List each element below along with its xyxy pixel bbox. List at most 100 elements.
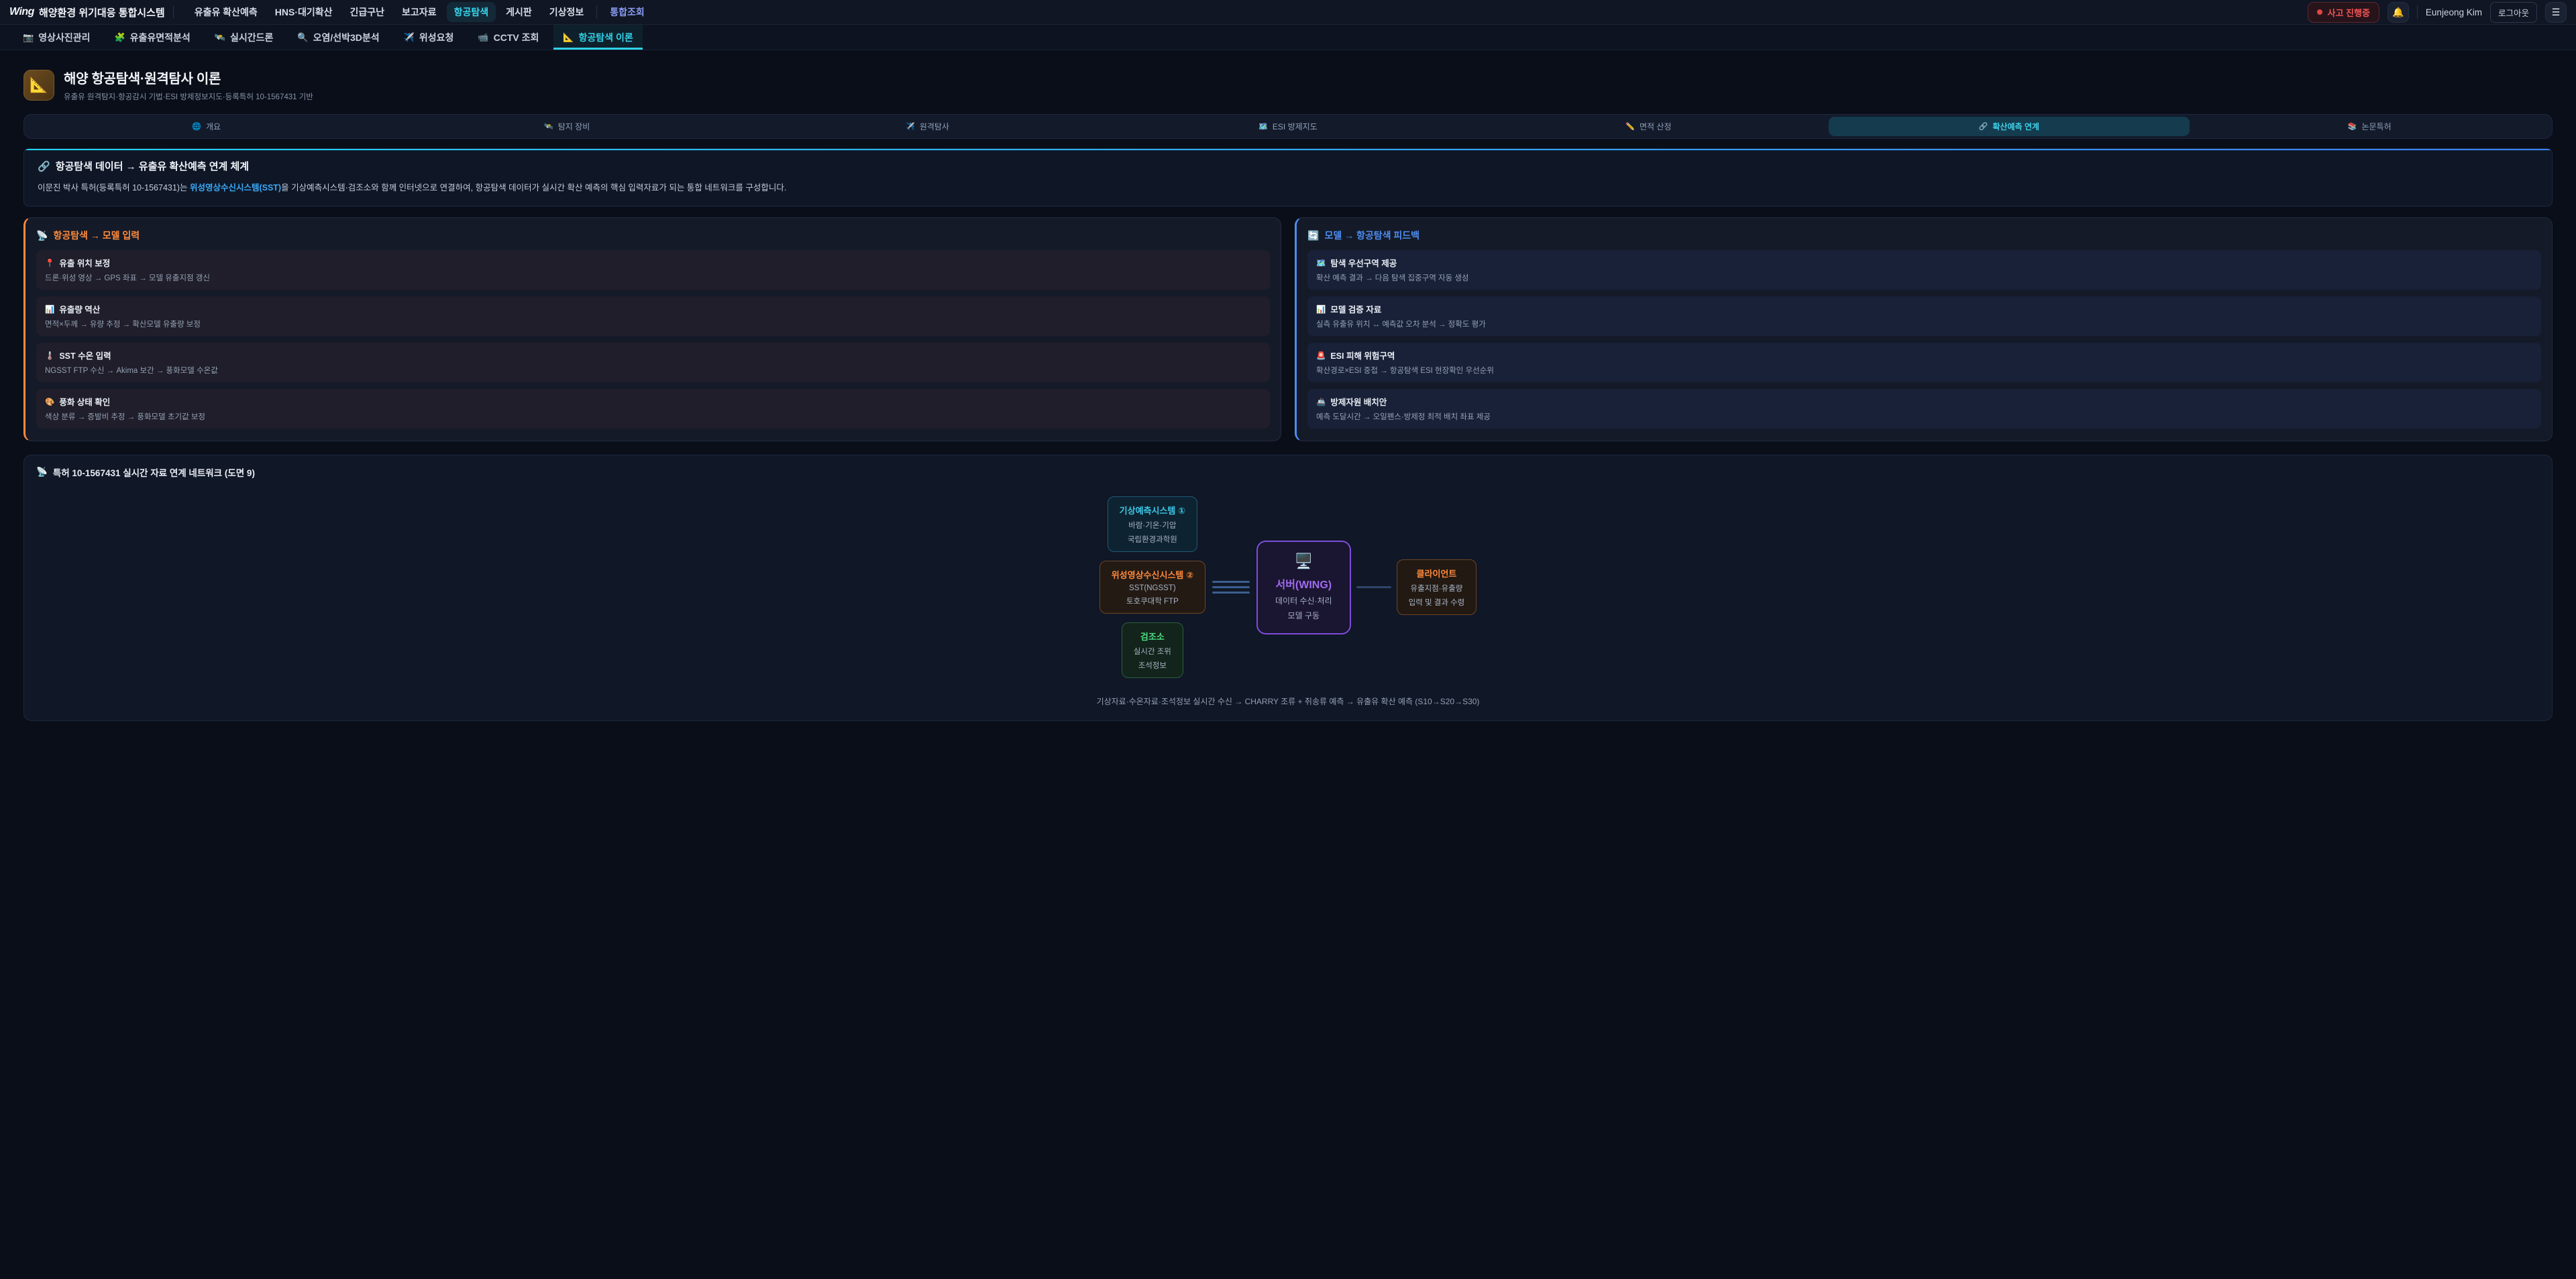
map-icon: 🗺️ <box>1258 122 1268 131</box>
network-diagram-title: 📡 특허 10-1567431 실시간 자료 연계 네트워크 (도면 9) <box>36 465 2540 479</box>
node-line: 바람·기온·기압 <box>1120 520 1185 531</box>
tab-esi-map[interactable]: 🗺️ ESI 방제지도 <box>1108 117 1468 136</box>
node-line: 모델 구동 <box>1275 610 1332 621</box>
tab-overview[interactable]: 🌐 개요 <box>26 117 386 136</box>
model-feedback-card: 🔄 모델 → 항공탐색 피드백 🗺️탐색 우선구역 제공 확산 예측 결과 → … <box>1295 217 2553 441</box>
pin-icon: 📍 <box>45 258 54 268</box>
hamburger-icon: ☰ <box>2552 7 2561 18</box>
node-line: 데이터 수신·처리 <box>1275 595 1332 606</box>
camera-icon: 📷 <box>23 32 34 43</box>
tab-label: 논문특허 <box>2362 121 2392 132</box>
nav-item-spill-prediction[interactable]: 유출유 확산예측 <box>187 2 265 22</box>
item-desc: 실측 유출유 위치 ↔ 예측값 오차 분석 → 정확도 평가 <box>1316 319 2532 329</box>
node-title: 클라이언트 <box>1409 567 1465 579</box>
map-icon: 🗺️ <box>1316 258 1326 268</box>
flow-item-weathering-state: 🎨풍화 상태 확인 색상 분류 → 증발비 추정 → 풍화모델 초기값 보정 <box>36 389 1270 429</box>
globe-icon: 🌐 <box>192 122 201 131</box>
model-input-card-title: 📡 항공탐색 → 모델 입력 <box>36 229 1270 242</box>
magnifier-icon: 🔍 <box>297 32 308 43</box>
diagram-source-column: 기상예측시스템 ① 바람·기온·기압 국립환경과학원 위성영상수신시스템 ② S… <box>1099 496 1205 678</box>
flow-item-model-validation: 📊모델 검증 자료 실측 유출유 위치 ↔ 예측값 오차 분석 → 정확도 평가 <box>1307 296 2541 336</box>
tab-label: 개요 <box>206 121 221 132</box>
node-line: 국립환경과학원 <box>1120 534 1185 545</box>
tab-papers-patents[interactable]: 📚 논문특허 <box>2190 117 2550 136</box>
linkage-title-text: 항공탐색 데이터 → 유출유 확산예측 연계 체계 <box>56 159 249 173</box>
diagram-title-text: 특허 10-1567431 실시간 자료 연계 네트워크 (도면 9) <box>53 465 255 479</box>
section-tab-bar: 🌐 개요 🛰️ 탐지 장비 ✈️ 원격탐사 🗺️ ESI 방제지도 ✏️ 면적 … <box>23 114 2553 139</box>
model-input-card: 📡 항공탐색 → 모델 입력 📍유출 위치 보정 드론·위성 영상 → GPS … <box>23 217 1281 441</box>
subnav-item-aerial-search-theory[interactable]: 📐 항공탐색 이론 <box>553 25 642 50</box>
linkage-overview-title: 🔗 항공탐색 데이터 → 유출유 확산예측 연계 체계 <box>38 159 2538 173</box>
tab-label: 원격탐사 <box>920 121 949 132</box>
item-title: 풍화 상태 확인 <box>59 395 110 408</box>
node-line: 토호쿠대학 FTP <box>1112 596 1193 606</box>
main-nav: 유출유 확산예측 HNS·대기확산 긴급구난 보고자료 항공탐색 게시판 기상정… <box>187 2 652 22</box>
flow-item-priority-zone: 🗺️탐색 우선구역 제공 확산 예측 결과 → 다음 탐색 집중구역 자동 생성 <box>1307 250 2541 290</box>
bar-chart-icon: 📊 <box>45 304 54 314</box>
nav-item-weather-info[interactable]: 기상정보 <box>542 2 592 22</box>
tab-area-estimation[interactable]: ✏️ 면적 산정 <box>1468 117 1829 136</box>
subnav-item-realtime-drone[interactable]: 🛰️ 실시간드론 <box>205 25 283 50</box>
network-diagram: 기상예측시스템 ① 바람·기온·기압 국립환경과학원 위성영상수신시스템 ② S… <box>36 479 2540 681</box>
flow-cards-row: 📡 항공탐색 → 모델 입력 📍유출 위치 보정 드론·위성 영상 → GPS … <box>23 217 2553 441</box>
bell-icon: 🔔 <box>2392 7 2404 18</box>
antenna-icon: 📡 <box>36 467 48 478</box>
node-title: 검조소 <box>1134 630 1171 643</box>
nav-item-reports[interactable]: 보고자료 <box>394 2 444 22</box>
flow-item-resource-deployment: 🚢방제자원 배치안 예측 도달시간 → 오일펜스·방제정 최적 배치 좌표 제공 <box>1307 389 2541 429</box>
body-text: 을 기상예측시스템·검조소와 함께 인터넷으로 연결하여, 항공탐색 데이터가 … <box>281 183 786 192</box>
nav-item-emergency-rescue[interactable]: 긴급구난 <box>343 2 392 22</box>
notification-bell-button[interactable]: 🔔 <box>2387 2 2409 23</box>
subnav-label: 오염/선박3D분석 <box>313 31 380 44</box>
node-line: 조석정보 <box>1134 660 1171 671</box>
video-camera-icon: 📹 <box>478 32 488 43</box>
tab-remote-sensing[interactable]: ✈️ 원격탐사 <box>747 117 1108 136</box>
airplane-icon: ✈️ <box>404 32 415 43</box>
nav-divider <box>596 5 597 19</box>
subnav-item-pollution-ship-3d[interactable]: 🔍 오염/선박3D분석 <box>288 25 388 50</box>
subnav-item-spill-area-analysis[interactable]: 🧩 유출유면적분석 <box>105 25 199 50</box>
antenna-icon: 📡 <box>36 230 48 241</box>
siren-icon: 🚨 <box>1316 351 1326 360</box>
sst-highlight-text: 위성영상수신시스템(SST) <box>190 183 281 192</box>
subnav-label: 위성요청 <box>419 31 454 44</box>
page-ruler-icon: 📐 <box>23 70 54 101</box>
nav-item-hns-diffusion[interactable]: HNS·대기확산 <box>268 2 340 22</box>
hamburger-menu-button[interactable]: ☰ <box>2545 2 2567 23</box>
subnav-item-satellite-request[interactable]: ✈️ 위성요청 <box>394 25 464 50</box>
subnav-item-image-management[interactable]: 📷 영상사진관리 <box>13 25 99 50</box>
triangle-ruler-icon: 📐 <box>563 32 574 43</box>
item-desc: 예측 도달시간 → 오일펜스·방제정 최적 배치 좌표 제공 <box>1316 411 2532 422</box>
node-title: 서버(WING) <box>1275 575 1332 592</box>
item-title: 방제자원 배치안 <box>1330 395 1387 408</box>
body-text: 이문진 박사 특허(등록특허 10-1567431)는 <box>38 183 190 192</box>
airplane-icon: ✈️ <box>906 122 915 131</box>
node-line: 실시간 조위 <box>1134 646 1171 657</box>
item-desc: 확산경로×ESI 중첩 → 항공탐색 ESI 현장확인 우선순위 <box>1316 365 2532 376</box>
subnav-label: 실시간드론 <box>230 31 273 44</box>
card-title-text: 모델 → 항공탐색 피드백 <box>1324 229 1419 242</box>
nav-item-board[interactable]: 게시판 <box>498 2 539 22</box>
item-title: 모델 검증 자료 <box>1330 302 1381 315</box>
tab-detection-equipment[interactable]: 🛰️ 탐지 장비 <box>386 117 747 136</box>
card-title-text: 항공탐색 → 모델 입력 <box>53 229 140 242</box>
user-divider <box>2417 5 2418 19</box>
main-content: 📐 해양 항공탐색·원격탐사 이론 유출유 원격탐지·항공감시 기법·ESI 방… <box>0 50 2576 748</box>
tab-prediction-linkage[interactable]: 🔗 확산예측 연계 <box>1829 117 2189 136</box>
nav-item-aerial-search[interactable]: 항공탐색 <box>447 2 496 22</box>
item-title: 유출 위치 보정 <box>59 256 110 269</box>
flow-item-esi-risk-zone: 🚨ESI 피해 위험구역 확산경로×ESI 중첩 → 항공탐색 ESI 현장확인… <box>1307 343 2541 382</box>
subnav-item-cctv[interactable]: 📹 CCTV 조회 <box>468 25 548 50</box>
thermometer-icon: 🌡️ <box>45 351 54 360</box>
books-icon: 📚 <box>2348 122 2357 131</box>
logout-button[interactable]: 로그아웃 <box>2490 2 2537 23</box>
flow-item-spill-volume: 📊유출량 역산 면적×두께 → 유량 추정 → 확산모델 유출량 보정 <box>36 296 1270 336</box>
linkage-overview-body: 이문진 박사 특허(등록특허 10-1567431)는 위성영상수신시스템(SS… <box>38 181 2538 194</box>
node-line: SST(NGSST) <box>1112 584 1193 592</box>
nav-item-integrated-search[interactable]: 통합조회 <box>602 2 652 22</box>
item-desc: NGSST FTP 수신 → Akima 보간 → 풍화모델 수온값 <box>45 365 1261 376</box>
node-client: 클라이언트 유출지점·유출량 입력 및 결과 수령 <box>1397 559 1477 615</box>
link-icon: 🔗 <box>38 160 50 172</box>
subnav-label: 항공탐색 이론 <box>579 31 633 44</box>
incident-dot-icon <box>2317 9 2322 15</box>
